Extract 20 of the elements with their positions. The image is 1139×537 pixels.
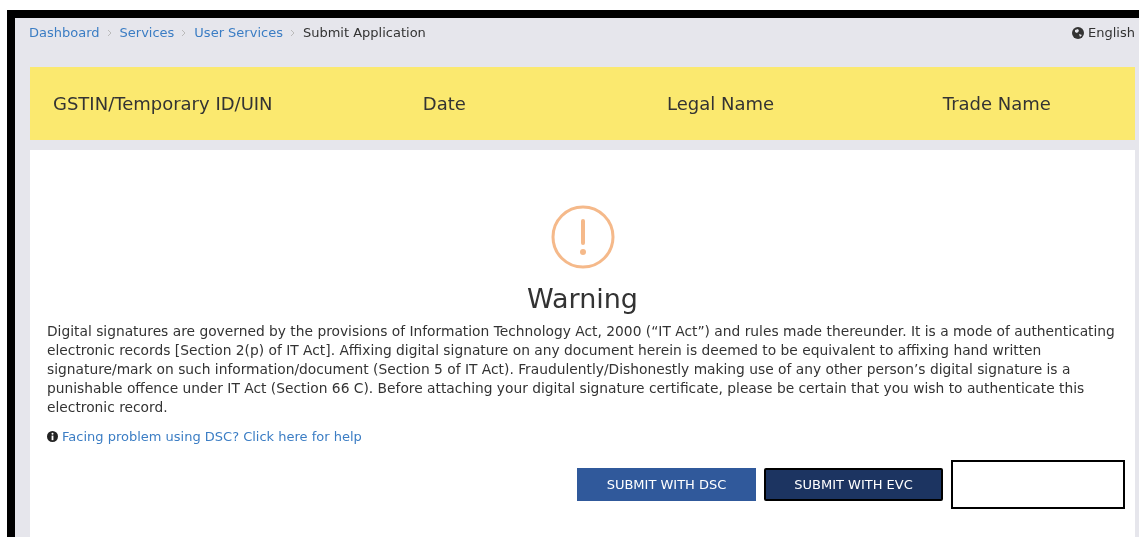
globe-icon bbox=[1072, 27, 1085, 39]
help-link[interactable]: Facing problem using DSC? Click here for help bbox=[62, 426, 362, 446]
breadcrumb-link[interactable]: Dashboard bbox=[29, 23, 100, 43]
column-header: Date bbox=[422, 92, 466, 116]
warning-message: Digital signatures are governed by the provisions of Information Technology Act, 2000 (“IT Act”) and rules made thereunder. It is a mode of authenticating electronic records [Section 2(p) of IT Act]. Affixing digital signature on any document herein is deemed to be equivalent to affixing hand written signature/mark on such information/document (Section 5 of IT Act). Fraudulently/Dishonestly making use of any other person’s digital signature is a punishable offence under IT Act (Section 66 C). Before attaching your digital signature certificate, please be certain that you wish to authenticate this electronic record. bbox=[47, 321, 1116, 417]
submit-button[interactable]: SUBMIT WITH EVC bbox=[764, 468, 943, 501]
breadcrumb-current: Submit Application bbox=[302, 24, 426, 43]
column-header: GSTIN/Temporary ID/UIN bbox=[53, 92, 273, 116]
column-header: Legal Name bbox=[667, 92, 775, 116]
chevron-icon bbox=[106, 29, 113, 37]
column-header: Trade Name bbox=[942, 92, 1051, 116]
breadcrumb-link[interactable]: User Services bbox=[194, 23, 283, 43]
breadcrumb-link[interactable]: Services bbox=[119, 23, 175, 43]
warning-icon bbox=[550, 205, 615, 269]
warning-title: Warning bbox=[527, 282, 638, 316]
chevron-icon bbox=[181, 29, 188, 37]
submit-button[interactable]: SUBMIT WITH DSC bbox=[577, 468, 756, 501]
language-selector[interactable]: English bbox=[1088, 23, 1135, 43]
info-icon bbox=[47, 430, 58, 442]
chevron-icon bbox=[289, 29, 296, 37]
